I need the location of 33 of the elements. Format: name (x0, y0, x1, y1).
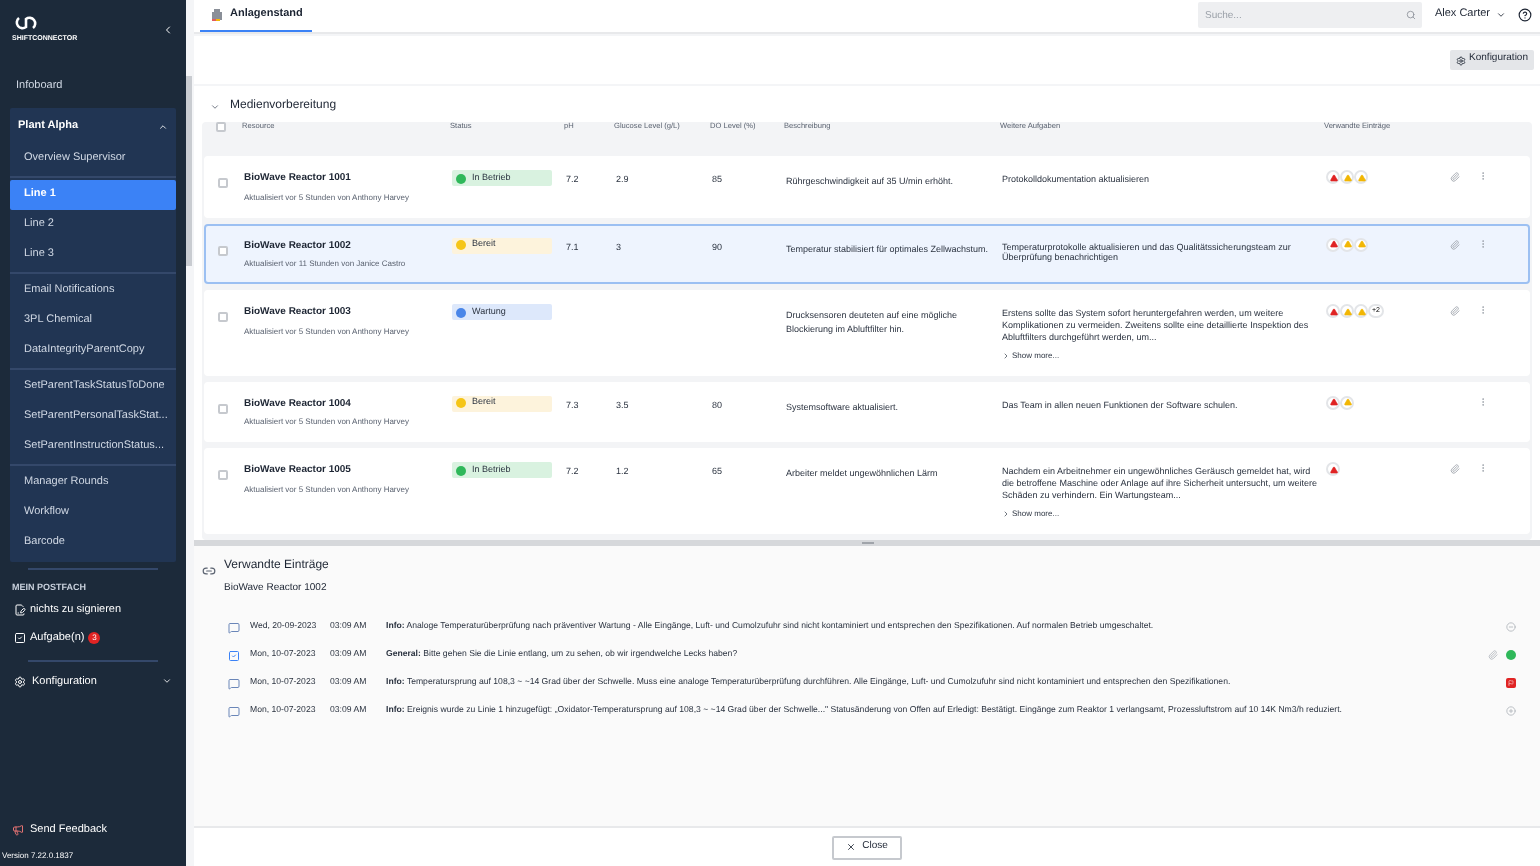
attachment-icon[interactable] (1488, 650, 1498, 660)
chevron-up-icon[interactable] (158, 121, 168, 131)
minus-circle-icon[interactable] (1506, 622, 1516, 632)
message-icon (228, 621, 240, 633)
link-icon (202, 564, 216, 578)
attachment-icon[interactable] (1450, 306, 1460, 316)
settings-icon (14, 675, 26, 688)
attachment-icon[interactable] (1450, 464, 1460, 475)
row-checkbox[interactable] (218, 245, 228, 255)
table-row[interactable] (204, 223, 1530, 284)
plus-circle-icon[interactable] (1506, 706, 1516, 716)
collapse-icon[interactable] (162, 24, 174, 36)
row-checkbox[interactable] (218, 312, 228, 322)
chevron-down-icon[interactable] (210, 101, 220, 111)
header-checkbox[interactable] (216, 122, 226, 132)
logo-icon (12, 16, 40, 30)
row-checkbox[interactable] (218, 470, 228, 481)
checkbox-icon (14, 631, 26, 644)
chevron-down-icon (1496, 10, 1506, 20)
megaphone-icon (12, 824, 24, 836)
attachment-icon[interactable] (1450, 172, 1460, 182)
row-checkbox[interactable] (218, 403, 228, 414)
scrollbar-thumb[interactable] (186, 76, 192, 266)
settings-icon (1455, 55, 1466, 65)
plant-icon (210, 7, 224, 21)
help-icon[interactable] (1518, 8, 1532, 22)
task-icon (228, 649, 240, 661)
attachment-icon[interactable] (1450, 239, 1460, 249)
message-icon (228, 677, 240, 689)
message-icon (228, 705, 240, 717)
row-checkbox[interactable] (218, 178, 228, 188)
signature-icon (14, 603, 26, 616)
search-icon (1406, 10, 1417, 20)
